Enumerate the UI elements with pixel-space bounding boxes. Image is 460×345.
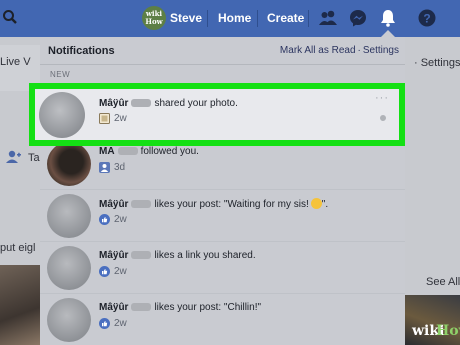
home-link[interactable]: Home [218, 11, 251, 25]
avatar [39, 92, 85, 138]
blurred-name [131, 200, 152, 208]
notification-text: Mâÿûr likes your post: "Waiting for my si… [99, 198, 328, 210]
like-icon [99, 318, 110, 329]
blurred-name [131, 303, 152, 311]
mark-as-read-dot-icon[interactable] [380, 115, 386, 121]
dropdown-header: Notifications Mark All as Read · Settings [40, 37, 405, 65]
blurred-name [117, 147, 138, 155]
more-options-icon[interactable]: ··· [375, 92, 389, 104]
help-icon[interactable]: ? [417, 8, 437, 28]
avatar [47, 298, 91, 342]
smiley-emoji-icon [310, 198, 322, 209]
notification-meta: 2w [99, 265, 127, 278]
dropdown-actions: Mark All as Read · Settings [280, 45, 399, 56]
notification-text: Mâÿûr likes a link you shared. [99, 250, 256, 261]
friend-requests-icon[interactable] [318, 8, 338, 28]
photo-icon [99, 113, 110, 124]
notification-text: MA followed you. [99, 146, 199, 157]
blurred-name [131, 251, 152, 259]
mark-all-read-link[interactable]: Mark All as Read [280, 45, 356, 56]
avatar: wiki How [142, 6, 166, 30]
dropdown-caret [381, 30, 395, 37]
background-photo-left [0, 265, 40, 345]
notification-message: likes your post: "Waiting for my sis! [154, 199, 309, 210]
background-text-put: put eigl [0, 242, 36, 254]
notification-time: 2w [114, 214, 127, 225]
notification-item[interactable]: Mâÿûr likes a link you shared. 2w [40, 241, 405, 293]
separator-dot: · [357, 45, 361, 56]
avatar [47, 142, 91, 186]
notification-text: Mâÿûr shared your photo. [99, 98, 238, 109]
nav-divider [257, 10, 258, 27]
svg-text:?: ? [423, 12, 430, 26]
notification-user-name: Mâÿûr [99, 250, 129, 261]
notification-item[interactable]: Mâÿûr likes your post: "Waiting for my si… [40, 189, 405, 241]
notification-meta: 2w [99, 317, 127, 330]
background-see-all-link: See All [426, 276, 460, 288]
background-settings-link: · Settings [414, 57, 460, 69]
notification-message: shared your photo. [154, 98, 238, 109]
notification-user-name: Mâÿûr [99, 302, 129, 313]
profile-link[interactable]: wiki How Steve [142, 5, 202, 31]
notifications-bell-icon[interactable] [378, 8, 398, 28]
notification-time: 2w [114, 318, 127, 329]
notification-time: 2w [114, 266, 127, 277]
notification-meta: 2w [99, 113, 127, 124]
watermark-how: How [436, 323, 460, 339]
background-text-ta: Ta [28, 152, 40, 164]
wikihow-watermark: wiki How [408, 320, 460, 345]
like-icon [99, 266, 110, 277]
notification-meta: 2w [99, 213, 127, 226]
tag-people-icon [6, 150, 21, 163]
blurred-name [131, 99, 152, 107]
profile-name: Steve [170, 11, 203, 25]
notification-meta: 3d [99, 161, 125, 174]
notification-message: likes a link you shared. [154, 250, 256, 261]
notification-message: followed you. [140, 146, 199, 157]
create-link[interactable]: Create [267, 11, 304, 25]
search-icon[interactable] [2, 9, 18, 25]
nav-divider [308, 10, 309, 27]
notification-message: likes your post: "Chillin!" [154, 302, 262, 313]
notification-item-highlighted[interactable]: Mâÿûr shared your photo. 2w ··· [29, 83, 405, 146]
nav-divider [207, 10, 208, 27]
avatar [47, 246, 91, 290]
dropdown-title: Notifications [48, 45, 115, 57]
follow-icon [99, 162, 110, 173]
notification-user-name: Mâÿûr [99, 199, 129, 210]
notification-text: Mâÿûr likes your post: "Chillin!" [99, 302, 261, 313]
notification-item[interactable]: Mâÿûr likes your post: "Chillin!" 2w [40, 293, 405, 345]
messenger-icon[interactable] [348, 8, 368, 28]
notification-user-name: Mâÿûr [99, 98, 129, 109]
notification-user-name: MA [99, 146, 115, 157]
notification-message-end: ". [321, 199, 329, 210]
avatar [47, 194, 91, 238]
background-text-live: Live V [0, 56, 31, 68]
notification-time: 2w [114, 113, 127, 124]
like-icon [99, 214, 110, 225]
notification-time: 3d [114, 162, 126, 173]
section-label-new: NEW [50, 70, 71, 79]
settings-link[interactable]: Settings [363, 45, 399, 56]
